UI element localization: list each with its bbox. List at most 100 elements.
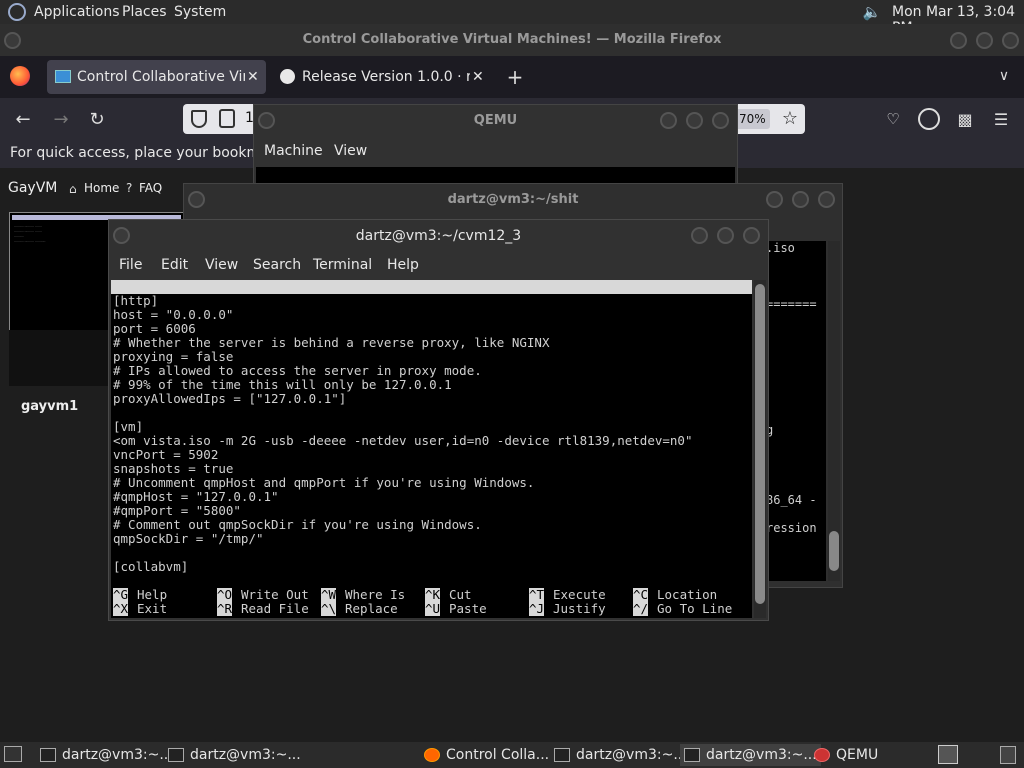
bookmark-star-icon[interactable]: ☆ xyxy=(779,107,801,129)
taskbar-item-terminal-2[interactable]: dartz@vm3:~... xyxy=(168,744,301,766)
back-arrow-icon[interactable]: ← xyxy=(12,108,34,130)
forward-arrow-icon[interactable]: → xyxy=(50,108,72,130)
gnome-foot-icon[interactable] xyxy=(8,3,26,21)
taskbar-label: dartz@vm3:~... xyxy=(576,747,687,763)
menu-file[interactable]: File xyxy=(119,257,142,273)
insecure-lock-icon[interactable] xyxy=(219,109,235,128)
menu-edit[interactable]: Edit xyxy=(161,257,188,273)
nano-line[interactable]: <om vista.iso -m 2G -usb -deeee -netdev … xyxy=(113,434,692,448)
shortcut-label: Cut xyxy=(449,587,472,602)
site-brand[interactable]: GayVM xyxy=(8,180,57,196)
shortcut-key: ^\ xyxy=(321,601,337,616)
close-tab-icon[interactable]: ✕ xyxy=(247,60,259,94)
shortcut-key: ^G xyxy=(113,587,129,602)
extensions-icon[interactable]: ▩ xyxy=(954,108,976,130)
menu-view[interactable]: View xyxy=(205,257,238,273)
terminal-back-title: dartz@vm3:~/shit xyxy=(447,192,579,207)
new-tab-button[interactable]: + xyxy=(504,65,526,89)
terminal-back-line xyxy=(766,437,826,451)
pocket-icon[interactable]: ♡ xyxy=(882,108,904,130)
nano-line[interactable]: # Comment out qmpSockDir if you're using… xyxy=(113,518,482,532)
menu-search[interactable]: Search xyxy=(253,257,301,273)
taskbar-label: dartz@vm3:~... xyxy=(706,747,817,763)
maximize-button[interactable] xyxy=(976,32,993,49)
close-button[interactable] xyxy=(818,191,835,208)
shortcut-label: Read File xyxy=(241,601,309,616)
menu-machine[interactable]: Machine xyxy=(264,143,323,159)
close-button[interactable] xyxy=(1002,32,1019,49)
list-tabs-chevron-icon[interactable]: ∨ xyxy=(994,66,1014,86)
terminal-back-lines: .iso ======= g 86_64 - ression xyxy=(766,241,826,535)
vm-name[interactable]: gayvm1 xyxy=(21,399,78,414)
nano-line[interactable]: # IPs allowed to access the server in pr… xyxy=(113,364,482,378)
terminal-back-line xyxy=(766,269,826,283)
menu-help[interactable]: Help xyxy=(387,257,419,273)
nano-line[interactable]: qmpSockDir = "/tmp/" xyxy=(113,532,264,546)
scrollbar[interactable] xyxy=(828,241,840,581)
minimize-button[interactable] xyxy=(950,32,967,49)
terminal-back-output[interactable]: .iso ======= g 86_64 - ression xyxy=(766,241,826,581)
show-desktop-icon[interactable] xyxy=(4,746,22,762)
taskbar-item-terminal-4[interactable]: dartz@vm3:~... xyxy=(680,744,821,766)
hamburger-menu-icon[interactable]: ☰ xyxy=(990,108,1012,130)
minimize-button[interactable] xyxy=(691,227,708,244)
close-button[interactable] xyxy=(743,227,760,244)
window-menu-button[interactable] xyxy=(4,32,21,49)
terminal-back-titlebar: dartz@vm3:~/shit xyxy=(184,184,842,216)
nano-line[interactable]: [http] xyxy=(113,294,158,308)
nano-line[interactable]: [vm] xyxy=(113,420,143,434)
nano-line[interactable]: host = "0.0.0.0" xyxy=(113,308,233,322)
shortcut-key: ^O xyxy=(217,587,233,602)
scrollbar-thumb[interactable] xyxy=(755,284,765,604)
taskbar-item-firefox[interactable]: Control Colla... xyxy=(424,744,549,766)
maximize-button[interactable] xyxy=(792,191,809,208)
menu-terminal[interactable]: Terminal xyxy=(313,257,372,273)
taskbar-item-terminal-3[interactable]: dartz@vm3:~... xyxy=(554,744,687,766)
nano-line[interactable]: # Uncomment qmpHost and qmpPort if you'r… xyxy=(113,476,534,490)
places-menu[interactable]: Places xyxy=(122,4,167,20)
close-tab-icon[interactable]: ✕ xyxy=(472,60,484,94)
nav-faq-link[interactable]: FAQ xyxy=(139,181,162,195)
nano-line[interactable]: # Whether the server is behind a reverse… xyxy=(113,336,550,350)
window-menu-button[interactable] xyxy=(113,227,130,244)
taskbar-label: QEMU xyxy=(836,747,879,763)
workspace-switcher-icon[interactable] xyxy=(938,745,958,764)
zoom-badge[interactable]: 70% xyxy=(735,109,770,129)
trash-icon[interactable] xyxy=(1000,746,1016,764)
qemu-icon xyxy=(814,748,830,762)
account-icon[interactable] xyxy=(918,108,940,130)
taskbar-item-qemu[interactable]: QEMU xyxy=(814,744,878,766)
nano-line[interactable]: [collabvm] xyxy=(113,560,188,574)
nano-line[interactable]: proxying = false xyxy=(113,350,233,364)
terminal-back-line: ======= xyxy=(766,297,817,311)
window-menu-button[interactable] xyxy=(258,112,275,129)
shield-icon[interactable] xyxy=(191,110,207,128)
reload-icon[interactable]: ↻ xyxy=(86,108,108,130)
minimize-button[interactable] xyxy=(766,191,783,208)
minimize-button[interactable] xyxy=(660,112,677,129)
menu-view[interactable]: View xyxy=(334,143,367,159)
nano-line[interactable]: #qmpHost = "127.0.0.1" xyxy=(113,490,279,504)
maximize-button[interactable] xyxy=(717,227,734,244)
taskbar-item-terminal-1[interactable]: dartz@vm3:~... xyxy=(40,744,173,766)
nano-editor[interactable]: GNU nano 7.2 config.toml Modified [http]… xyxy=(111,280,752,618)
tab-release[interactable]: Release Version 1.0.0 · raspi ✕ xyxy=(272,60,491,94)
nano-line[interactable]: #qmpPort = "5800" xyxy=(113,504,241,518)
nano-line[interactable]: snapshots = true xyxy=(113,462,233,476)
scrollbar[interactable] xyxy=(754,280,766,618)
close-button[interactable] xyxy=(712,112,729,129)
tab-control-collaborative[interactable]: Control Collaborative Virtua ✕ xyxy=(47,60,266,94)
window-menu-button[interactable] xyxy=(188,191,205,208)
applications-menu[interactable]: Applications xyxy=(34,4,120,20)
nano-line[interactable]: proxyAllowedIps = ["127.0.0.1"] xyxy=(113,392,346,406)
nano-line[interactable]: port = 6006 xyxy=(113,322,196,336)
nano-line[interactable]: vncPort = 5902 xyxy=(113,448,218,462)
volume-icon[interactable]: 🔈 xyxy=(862,2,882,22)
nano-line[interactable]: # 99% of the time this will only be 127.… xyxy=(113,378,452,392)
firefox-icon[interactable] xyxy=(10,66,30,86)
system-menu[interactable]: System xyxy=(174,4,226,20)
nav-home-link[interactable]: Home xyxy=(84,181,119,195)
maximize-button[interactable] xyxy=(686,112,703,129)
shortcut-label: Justify xyxy=(553,601,606,616)
scrollbar-thumb[interactable] xyxy=(829,531,839,571)
